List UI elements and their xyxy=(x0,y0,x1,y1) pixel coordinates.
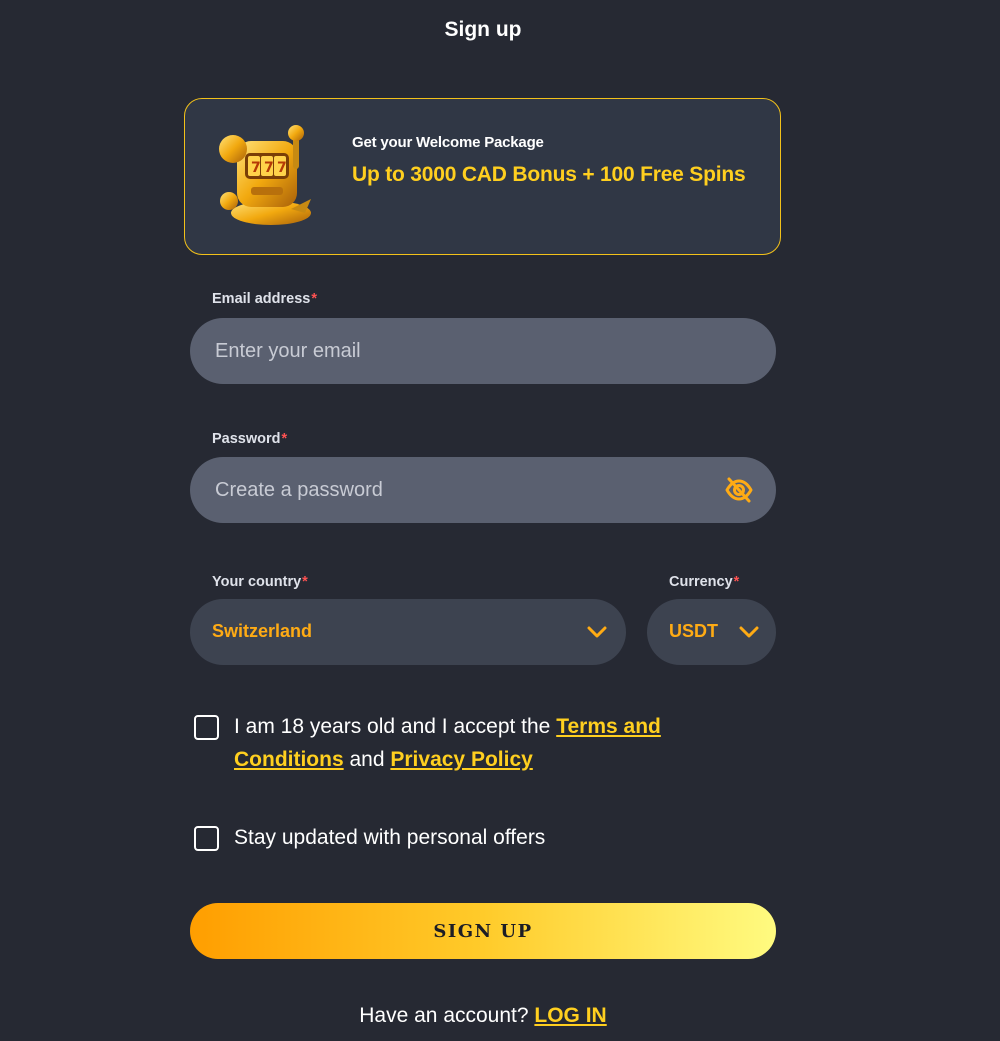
currency-label: Currency* xyxy=(669,574,739,590)
chevron-down-icon xyxy=(587,626,607,638)
svg-text:7: 7 xyxy=(264,160,274,176)
required-mark: * xyxy=(311,291,317,307)
sign-up-button[interactable]: SIGN UP xyxy=(190,903,776,959)
svg-text:7: 7 xyxy=(251,160,261,176)
login-link[interactable]: LOG IN xyxy=(534,1004,606,1027)
password-label: Password* xyxy=(212,431,287,447)
currency-select[interactable]: USDT xyxy=(647,599,776,665)
promo-subtitle: Get your Welcome Package xyxy=(352,134,544,151)
currency-label-text: Currency xyxy=(669,574,733,590)
chevron-down-icon xyxy=(739,626,759,638)
email-label-text: Email address xyxy=(212,291,311,307)
login-prompt-text: Have an account? xyxy=(359,1004,535,1027)
page-title: Sign up xyxy=(444,18,522,41)
country-label: Your country* xyxy=(212,574,308,590)
password-label-text: Password xyxy=(212,431,281,447)
age-consent-text-middle: and xyxy=(343,748,391,771)
offers-consent-checkbox[interactable] xyxy=(194,826,219,851)
slot-machine-icon: 7 7 7 xyxy=(219,125,311,225)
eye-off-icon[interactable] xyxy=(724,476,754,504)
svg-text:7: 7 xyxy=(277,160,287,176)
country-label-text: Your country xyxy=(212,574,302,590)
currency-value: USDT xyxy=(669,621,718,641)
promo-text: Get your Welcome Package Up to 3000 CAD … xyxy=(352,134,752,191)
country-value: Switzerland xyxy=(212,621,313,641)
email-field[interactable] xyxy=(190,318,776,384)
email-label: Email address* xyxy=(212,291,317,307)
country-select[interactable]: Switzerland xyxy=(190,599,626,665)
password-field[interactable] xyxy=(190,457,776,523)
password-field-wrapper xyxy=(190,457,776,523)
age-consent-text: I am 18 years old and I accept the Terms… xyxy=(234,710,754,776)
promo-headline: Up to 3000 CAD Bonus + 100 Free Spins xyxy=(352,163,746,186)
welcome-package-banner: 7 7 7 Get your Welcome Package Up to 300… xyxy=(184,98,781,255)
age-consent-checkbox[interactable] xyxy=(194,715,219,740)
privacy-policy-link[interactable]: Privacy Policy xyxy=(390,748,532,771)
required-mark: * xyxy=(733,574,740,590)
required-mark: * xyxy=(281,431,288,447)
email-field-wrapper xyxy=(190,318,776,384)
login-prompt: Have an account? LOG IN xyxy=(0,1004,966,1028)
offers-consent-text: Stay updated with personal offers xyxy=(234,826,546,849)
age-consent-text-before: I am 18 years old and I accept the xyxy=(234,715,557,738)
required-mark: * xyxy=(302,574,308,590)
signup-page: Sign up 7 7 7 Get your Welcome Package U… xyxy=(0,0,1000,1041)
